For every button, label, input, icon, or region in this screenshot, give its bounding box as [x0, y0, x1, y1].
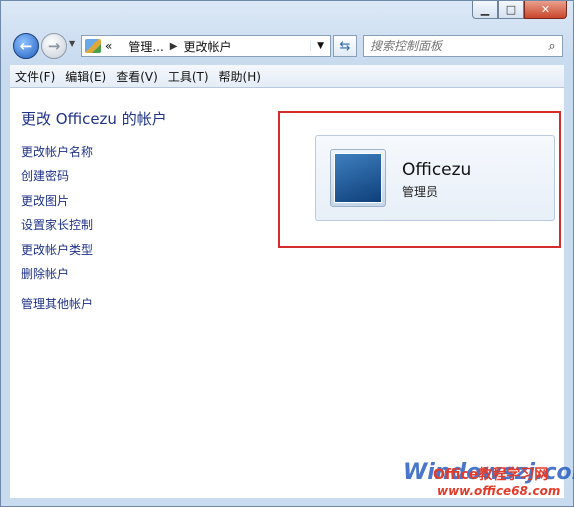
search-input[interactable] [364, 38, 542, 54]
arrow-right-icon: → [47, 37, 61, 55]
breadcrumb-separator[interactable]: ▶ [170, 41, 178, 52]
breadcrumb-change-account[interactable]: 更改帐户 [184, 38, 232, 55]
menu-view[interactable]: 查看(V) [111, 68, 163, 85]
chevron-down-icon: ▼ [317, 41, 324, 51]
watermark: Windowszj.com Office教程学习网 www.office68.c… [403, 460, 574, 506]
address-bar[interactable]: « 管理... ▶ 更改帐户 ▼ [81, 35, 331, 57]
task-links: 更改帐户名称 创建密码 更改图片 设置家长控制 更改帐户类型 删除帐户 管理其他… [21, 143, 93, 320]
menu-tools[interactable]: 工具(T) [163, 68, 214, 85]
link-create-password[interactable]: 创建密码 [21, 167, 93, 191]
link-change-account-name[interactable]: 更改帐户名称 [21, 143, 93, 167]
link-parental-controls[interactable]: 设置家长控制 [21, 216, 93, 240]
link-manage-other-accounts[interactable]: 管理其他帐户 [21, 295, 93, 319]
forward-button[interactable]: → [41, 33, 67, 59]
recent-pages-dropdown[interactable]: ▼ [69, 39, 75, 48]
caption-buttons: ▁ □ ✕ [472, 1, 567, 19]
breadcrumb-control-panel[interactable]: 管理... [128, 38, 163, 55]
chevron-down-icon: ▼ [69, 39, 76, 48]
maximize-button[interactable]: □ [498, 1, 524, 19]
arrow-left-icon: ← [19, 37, 33, 55]
page-title: 更改 Officezu 的帐户 [21, 110, 167, 128]
watermark-overlay: Win7教程 [487, 250, 546, 264]
menu-help[interactable]: 帮助(H) [214, 68, 266, 85]
menu-edit[interactable]: 编辑(E) [60, 68, 111, 85]
breadcrumb-prefix[interactable]: « [105, 39, 112, 53]
minimize-button[interactable]: ▁ [472, 1, 498, 19]
refresh-button[interactable]: ⇆ [333, 35, 357, 57]
watermark-site: Office教程学习网 [433, 467, 549, 483]
link-change-picture[interactable]: 更改图片 [21, 192, 93, 216]
close-button[interactable]: ✕ [524, 1, 567, 19]
account-card: Officezu 管理员 Win7教程 [315, 135, 555, 264]
rollercoaster-picture-icon [334, 153, 382, 203]
control-panel-window: ▁ □ ✕ ← → ▼ « 管理... ▶ 更改帐户 ▼ ⇆ ⌕ 文件(F) 编… [0, 0, 574, 507]
content-pane: 更改 Officezu 的帐户 更改帐户名称 创建密码 更改图片 设置家长控制 … [10, 88, 564, 498]
refresh-icon: ⇆ [339, 38, 351, 54]
link-delete-account[interactable]: 删除帐户 [21, 265, 93, 289]
control-panel-icon [85, 39, 101, 53]
link-change-account-type[interactable]: 更改帐户类型 [21, 241, 93, 265]
search-box[interactable]: ⌕ [363, 35, 563, 57]
navigation-bar: ← → ▼ « 管理... ▶ 更改帐户 ▼ ⇆ ⌕ [11, 31, 563, 61]
back-button[interactable]: ← [13, 33, 39, 59]
avatar [330, 149, 386, 207]
account-name: Officezu [402, 160, 472, 180]
watermark-url: www.office68.com [437, 484, 561, 498]
menu-file[interactable]: 文件(F) [10, 68, 60, 85]
address-dropdown[interactable]: ▼ [310, 41, 330, 51]
search-icon[interactable]: ⌕ [542, 39, 562, 54]
account-role: 管理员 [402, 185, 439, 199]
menu-bar: 文件(F) 编辑(E) 查看(V) 工具(T) 帮助(H) [10, 65, 564, 88]
